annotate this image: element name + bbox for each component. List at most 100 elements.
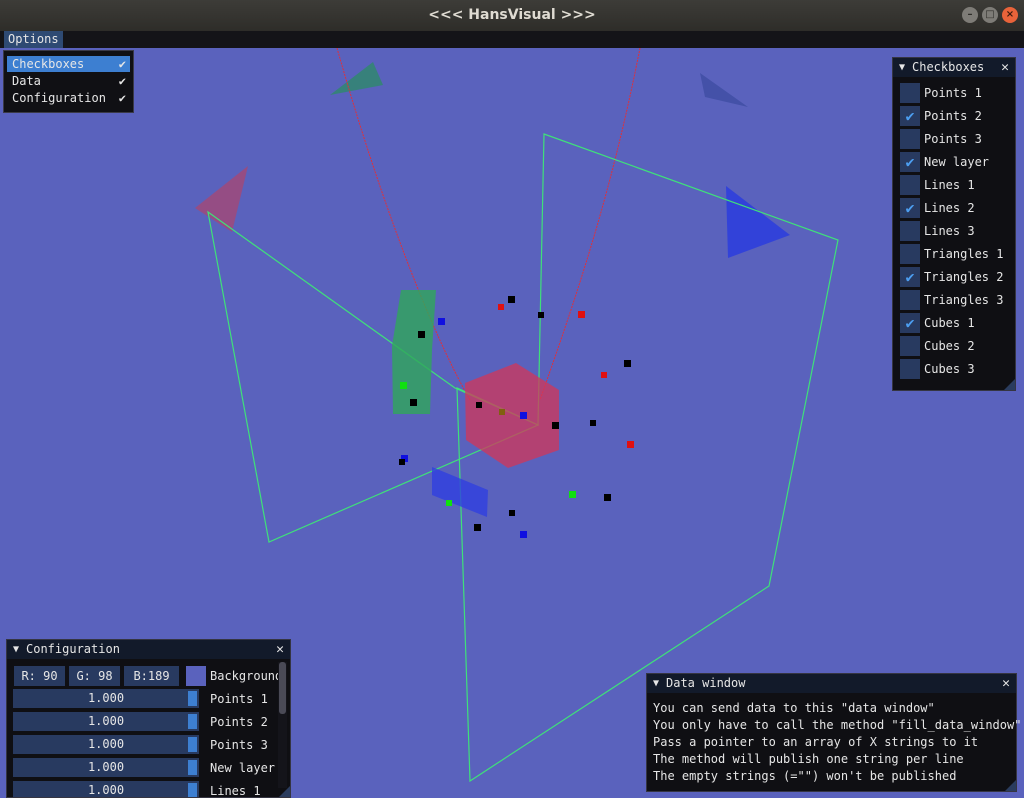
color-r-field[interactable]: R: 90 (14, 666, 65, 686)
checkbox-label: Points 2 (924, 109, 982, 123)
collapse-triangle-icon[interactable]: ▼ (653, 674, 659, 693)
collapse-triangle-icon[interactable]: ▼ (13, 640, 19, 659)
checkmark-icon: ✔ (118, 91, 126, 105)
checkbox-box[interactable]: ✔ (900, 313, 920, 333)
checkbox-box[interactable] (900, 290, 920, 310)
checkbox-box[interactable] (900, 244, 920, 264)
slider-label: Points 3 (210, 738, 268, 752)
checkbox-label: New layer (924, 155, 990, 169)
checkbox-label: Lines 2 (924, 201, 975, 215)
checkboxes-window: ▼ Checkboxes ✕ Points 1 ✔ Points 2 Points 3… (892, 57, 1016, 391)
window-title: Configuration (26, 642, 120, 656)
checkbox-label: Lines 3 (924, 224, 975, 238)
menu-item-configuration[interactable]: Configuration ✔ (7, 90, 130, 106)
slider-knob[interactable] (188, 737, 197, 752)
menu-bar: Options (0, 31, 1024, 48)
checkbox-label: Triangles 3 (924, 293, 1004, 307)
checkmark-icon: ✔ (118, 57, 126, 71)
size-slider[interactable]: 1.000 (13, 712, 199, 731)
checkbox-box[interactable]: ✔ (900, 106, 920, 126)
data-line: You only have to call the method "fill_d… (653, 718, 1022, 732)
slider-value: 1.000 (87, 737, 125, 751)
size-slider[interactable]: 1.000 (13, 781, 199, 797)
slider-label: New layer (210, 761, 276, 775)
red-curve (336, 48, 641, 401)
close-icon[interactable]: × (1002, 7, 1018, 23)
resize-grip[interactable] (1005, 780, 1016, 791)
configuration-window: ▼ Configuration ✕ R: 90 G: 98 B:189 Back… (6, 639, 291, 798)
slider-label: Points 2 (210, 715, 268, 729)
checkmark-icon: ✔ (905, 153, 915, 171)
checkbox-label: Points 3 (924, 132, 982, 146)
menu-item-label: Data (12, 74, 41, 88)
size-slider[interactable]: 1.000 (13, 735, 199, 754)
checkbox-box[interactable] (900, 359, 920, 379)
triangle-teal (330, 62, 383, 95)
scrollbar-thumb[interactable] (279, 662, 286, 714)
checkbox-box[interactable] (900, 83, 920, 103)
slider-knob[interactable] (188, 783, 197, 797)
slider-knob[interactable] (188, 691, 197, 706)
slider-label: Points 1 (210, 692, 268, 706)
slider-value: 1.000 (87, 691, 125, 705)
slider-knob[interactable] (188, 760, 197, 775)
size-slider[interactable]: 1.000 (13, 758, 199, 777)
close-icon[interactable]: ✕ (276, 640, 284, 659)
window-titlebar: <<< HansVisual >>> – □ × (0, 0, 1024, 32)
cube-green (392, 290, 436, 414)
slider-value: 1.000 (87, 714, 125, 728)
checkbox-box[interactable]: ✔ (900, 267, 920, 287)
data-line: Pass a pointer to an array of X strings … (653, 735, 979, 749)
checkbox-box[interactable] (900, 221, 920, 241)
triangle-navy (700, 73, 748, 107)
checkboxes-window-titlebar[interactable]: ▼ Checkboxes ✕ (893, 58, 1015, 77)
data-line: You can send data to this "data window" (653, 701, 935, 715)
checkbox-label: Points 1 (924, 86, 982, 100)
checkbox-box[interactable]: ✔ (900, 198, 920, 218)
slider-value: 1.000 (87, 783, 125, 797)
collapse-triangle-icon[interactable]: ▼ (899, 58, 905, 77)
menu-item-data[interactable]: Data ✔ (7, 73, 130, 89)
resize-grip[interactable] (279, 786, 290, 797)
slider-value: 1.000 (87, 760, 125, 774)
checkmark-icon: ✔ (905, 314, 915, 332)
checkbox-box[interactable]: ✔ (900, 152, 920, 172)
checkbox-box[interactable] (900, 175, 920, 195)
checkmark-icon: ✔ (905, 268, 915, 286)
menu-item-label: Checkboxes (12, 57, 85, 71)
minimize-icon[interactable]: – (962, 7, 978, 23)
checkbox-label: Triangles 2 (924, 270, 1004, 284)
background-label: Background (210, 669, 283, 683)
window-title: Data window (666, 676, 746, 690)
checkbox-box[interactable] (900, 129, 920, 149)
checkbox-label: Cubes 3 (924, 362, 975, 376)
checkmark-icon: ✔ (905, 199, 915, 217)
data-window-titlebar[interactable]: ▼ Data window ✕ (647, 674, 1016, 693)
configuration-window-titlebar[interactable]: ▼ Configuration ✕ (7, 640, 290, 659)
color-b-field[interactable]: B:189 (124, 666, 179, 686)
checkbox-box[interactable] (900, 336, 920, 356)
data-window: ▼ Data window ✕ You can send data to thi… (646, 673, 1021, 792)
slider-label: Lines 1 (210, 784, 261, 798)
triangle-blue (726, 186, 790, 258)
checkbox-label: Cubes 2 (924, 339, 975, 353)
checkmark-icon: ✔ (905, 107, 915, 125)
checkmark-icon: ✔ (118, 74, 126, 88)
size-slider[interactable]: 1.000 (13, 689, 199, 708)
checkbox-label: Triangles 1 (924, 247, 1004, 261)
close-icon[interactable]: ✕ (1002, 674, 1010, 693)
background-color-swatch[interactable] (186, 666, 206, 686)
checkbox-label: Lines 1 (924, 178, 975, 192)
window-title: <<< HansVisual >>> (428, 7, 596, 23)
scrollbar[interactable] (278, 662, 287, 788)
maximize-icon[interactable]: □ (982, 7, 998, 23)
close-icon[interactable]: ✕ (1001, 58, 1009, 77)
menu-options[interactable]: Options (4, 31, 63, 48)
options-dropdown: Checkboxes ✔ Data ✔ Configuration ✔ (3, 50, 134, 113)
color-g-field[interactable]: G: 98 (69, 666, 120, 686)
menu-item-checkboxes[interactable]: Checkboxes ✔ (7, 56, 130, 72)
menu-item-label: Configuration (12, 91, 106, 105)
data-line: The method will publish one string per l… (653, 752, 964, 766)
slider-knob[interactable] (188, 714, 197, 729)
resize-grip[interactable] (1004, 379, 1015, 390)
